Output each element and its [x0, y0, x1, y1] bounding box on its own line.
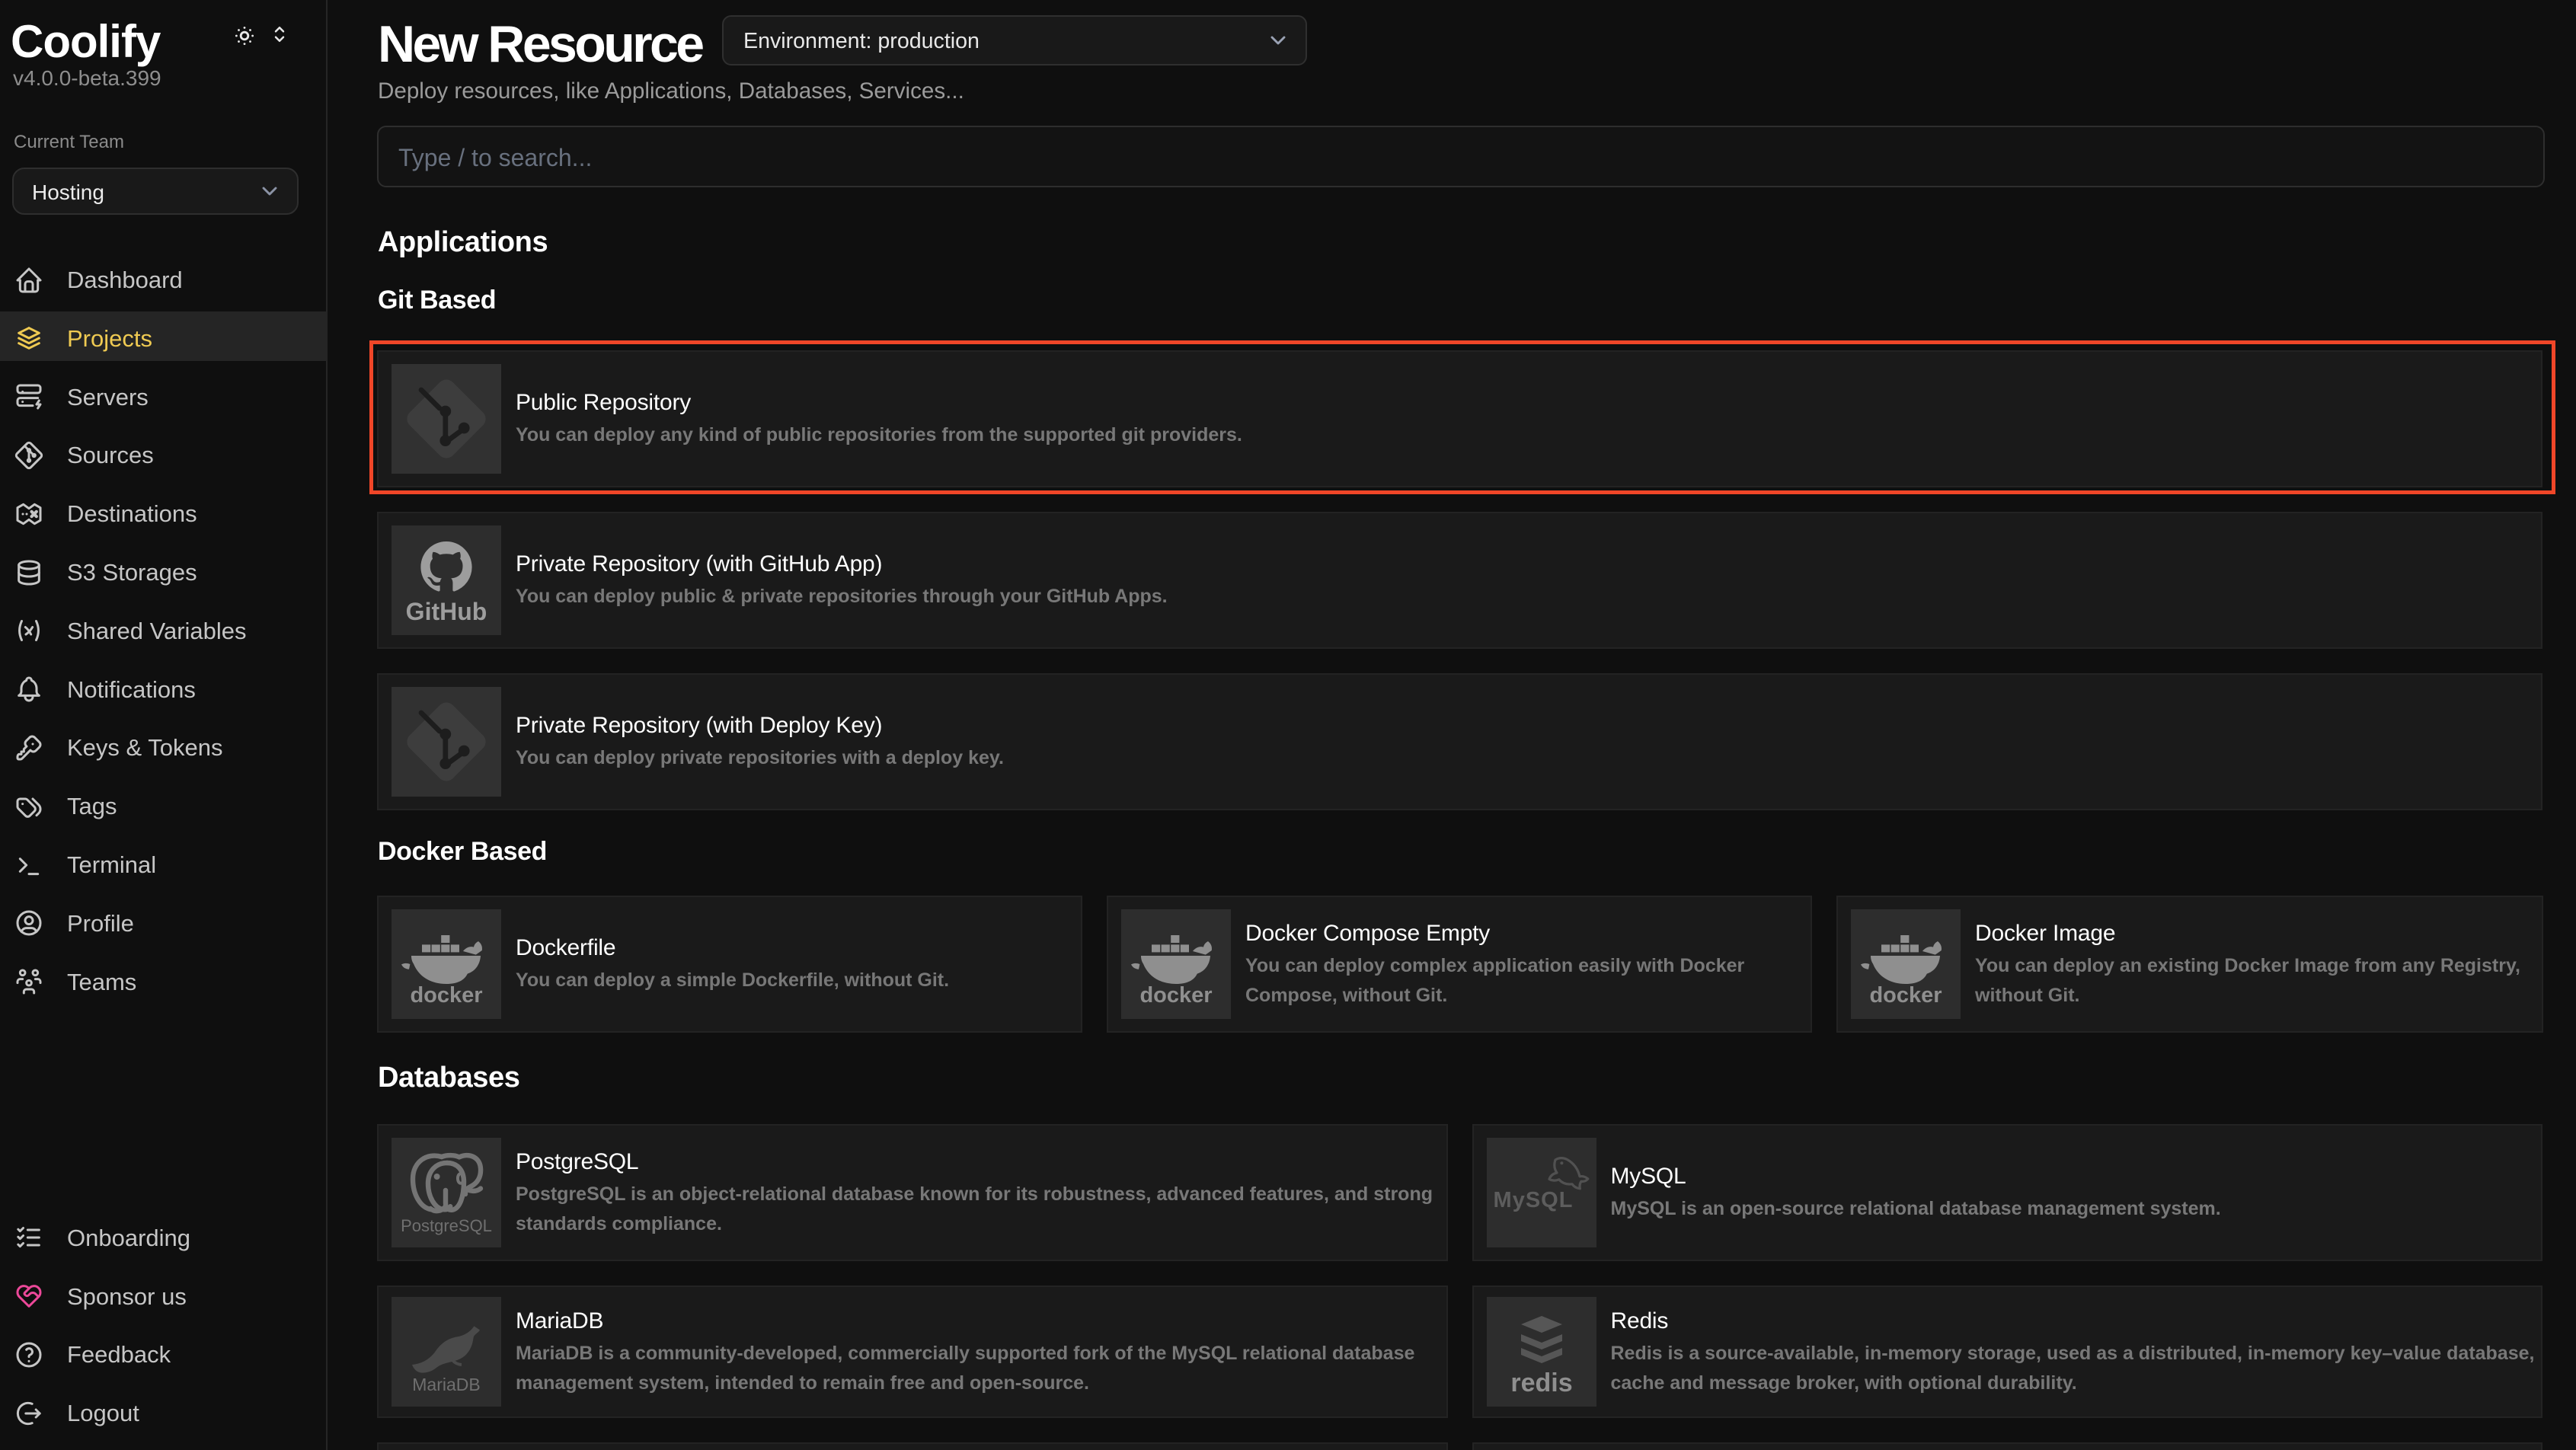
- svg-text:docker: docker: [1869, 983, 1942, 1008]
- svg-text:PostgreSQL: PostgreSQL: [401, 1216, 492, 1235]
- svg-text:redis: redis: [1510, 1369, 1572, 1397]
- svg-text:GitHub: GitHub: [406, 598, 487, 625]
- svg-text:MySQL: MySQL: [1493, 1188, 1573, 1212]
- svg-text:MariaDB: MariaDB: [412, 1375, 480, 1394]
- svg-text:docker: docker: [1139, 983, 1212, 1008]
- svg-text:docker: docker: [410, 983, 482, 1008]
